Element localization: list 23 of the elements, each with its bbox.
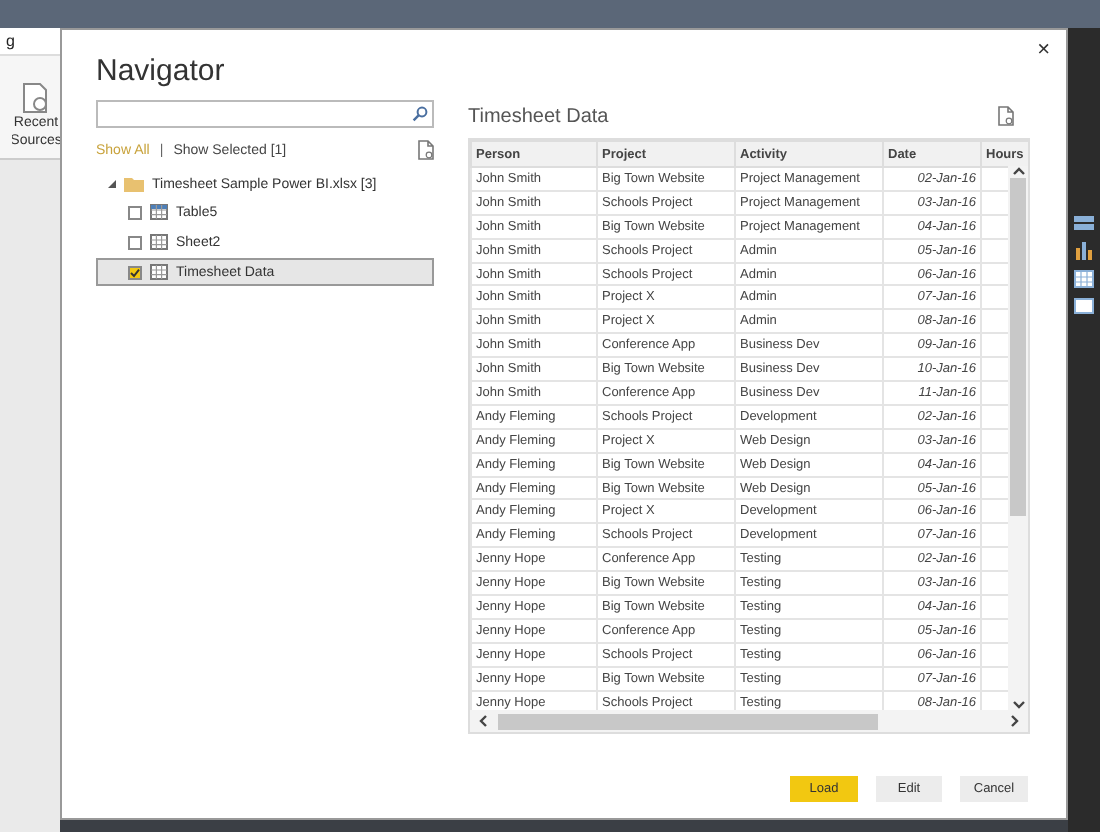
scroll-right-icon[interactable]	[1008, 714, 1020, 728]
dialog-title: Navigator	[96, 54, 225, 88]
scroll-left-icon[interactable]	[478, 714, 490, 728]
sheet-icon	[150, 234, 168, 250]
vertical-scrollbar[interactable]	[1008, 166, 1028, 710]
table-icon	[150, 204, 168, 220]
sheet-icon	[150, 264, 168, 280]
document-icon[interactable]	[998, 106, 1014, 126]
checkbox[interactable]	[128, 265, 142, 279]
checkbox[interactable]	[128, 205, 142, 219]
search-icon[interactable]	[412, 106, 428, 122]
search-field[interactable]	[96, 100, 434, 128]
document-icon[interactable]	[418, 140, 434, 160]
close-button[interactable]: ×	[1037, 38, 1050, 62]
expand-icon[interactable]	[108, 180, 116, 188]
preview-title: Timesheet Data	[468, 105, 609, 127]
list-icon[interactable]	[1074, 216, 1094, 232]
bar-chart-icon[interactable]	[1074, 242, 1094, 260]
folder-icon	[124, 176, 144, 192]
document-clock-icon	[22, 82, 50, 114]
scroll-down-icon[interactable]	[1011, 698, 1025, 710]
scroll-up-icon[interactable]	[1011, 166, 1025, 178]
checkbox[interactable]	[128, 235, 142, 249]
